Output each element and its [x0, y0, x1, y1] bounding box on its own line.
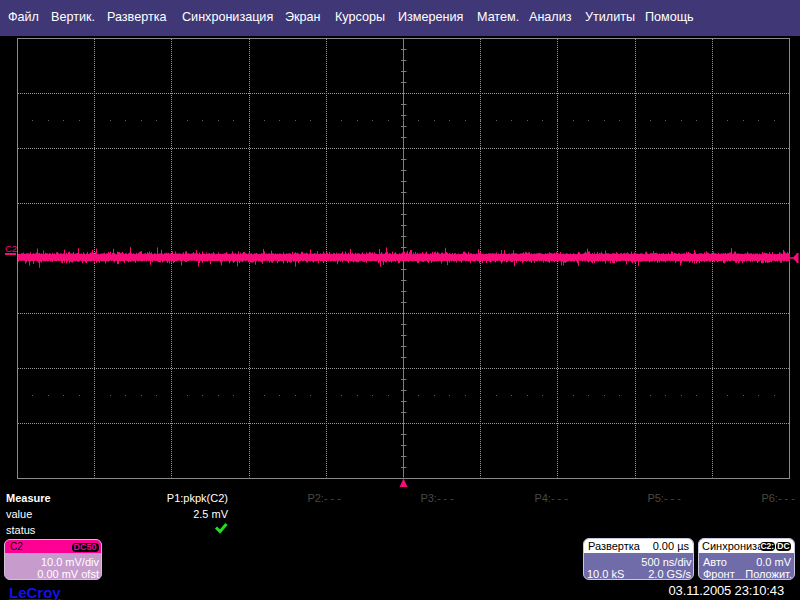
svg-text:C2: C2 [5, 243, 17, 254]
